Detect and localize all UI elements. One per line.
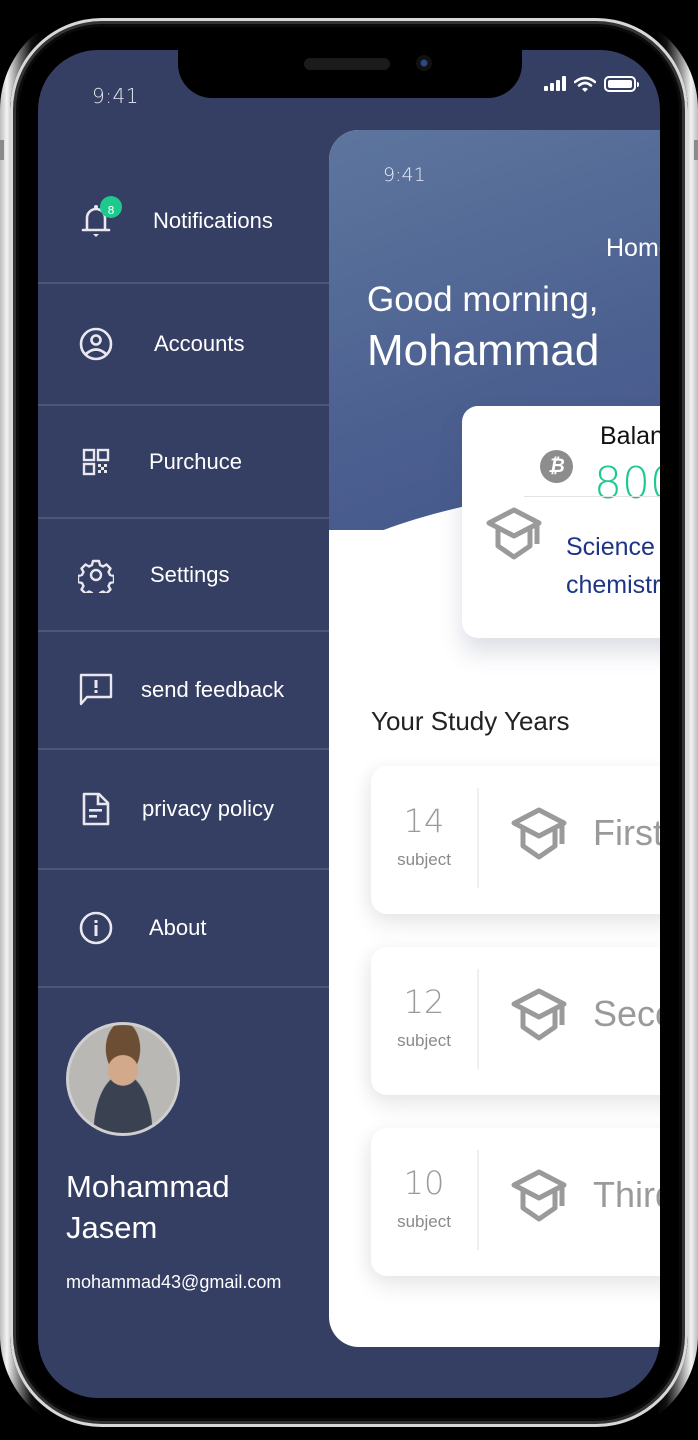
gear-icon — [78, 557, 114, 593]
graduation-cap-icon — [486, 506, 542, 566]
year-name: Second year — [593, 993, 660, 1034]
subject-label: subject — [397, 1031, 451, 1050]
bitcoin-icon: ₿ — [540, 450, 573, 483]
cellular-signal-icon — [544, 76, 566, 91]
divider — [477, 788, 479, 888]
menu-item-label: Accounts — [154, 331, 245, 356]
profile-section: Mohammad Jasem mohammad43@gmail.com — [66, 1022, 326, 1293]
section-title: Your Study Years — [371, 706, 570, 736]
notification-badge: 8 — [100, 196, 122, 218]
info-icon — [78, 910, 114, 946]
graduation-cap-icon — [511, 806, 567, 866]
year-name: First year — [593, 812, 660, 853]
menu-item-purchuce[interactable]: Purchuce — [38, 406, 329, 519]
menu-item-accounts[interactable]: Accounts — [38, 284, 329, 406]
side-button — [0, 140, 4, 160]
screen: 9:41 8 Notifications Accounts Purchuce S… — [38, 50, 660, 1398]
menu-item-label: Settings — [150, 561, 230, 587]
balance-card[interactable]: Balance ₿ 800 Science chemistry — [462, 406, 660, 638]
greeting-name: Mohammad — [367, 326, 600, 375]
year-name: Third year — [593, 1174, 660, 1215]
year-card[interactable]: 14 subject First year — [371, 766, 660, 914]
subject-count: 10 — [403, 1164, 445, 1202]
divider — [477, 969, 479, 1069]
battery-icon — [604, 76, 639, 92]
menu-item-settings[interactable]: Settings — [38, 519, 329, 632]
greeting-text: Good morning, — [367, 280, 599, 319]
side-button — [694, 140, 698, 160]
subject-label: subject — [397, 1212, 451, 1231]
year-card[interactable]: 10 subject Third year — [371, 1128, 660, 1276]
home-status-time: 9:41 — [383, 164, 426, 186]
menu-item-about[interactable]: About — [38, 870, 329, 988]
subject-count: 12 — [403, 983, 445, 1021]
course-line-1: Science — [566, 533, 655, 561]
subject-count: 14 — [403, 802, 445, 840]
menu-item-label: send feedback — [141, 677, 285, 702]
menu-item-label: Purchuce — [149, 448, 242, 474]
menu-item-label: Notifications — [153, 208, 273, 233]
drawer-menu: 8 Notifications Accounts Purchuce Settin… — [38, 160, 329, 988]
feedback-icon — [78, 672, 114, 708]
balance-value: 800 — [594, 458, 660, 509]
bell-icon: 8 — [78, 196, 122, 238]
menu-item-send-feedback[interactable]: send feedback — [38, 632, 329, 750]
home-title: Home — [606, 234, 660, 262]
menu-item-label: privacy policy — [142, 796, 275, 821]
subject-label: subject — [397, 850, 451, 869]
status-time: 9:41 — [92, 84, 139, 108]
avatar[interactable] — [66, 1022, 180, 1136]
wifi-icon — [574, 76, 596, 92]
profile-email: mohammad43@gmail.com — [66, 1272, 282, 1292]
document-icon — [78, 791, 114, 827]
qr-code-icon — [78, 444, 114, 480]
home-panel[interactable]: 9:41 Home Good morning, Mohammad Balance… — [329, 130, 660, 1347]
graduation-cap-icon — [511, 987, 567, 1047]
menu-item-label: About — [149, 915, 207, 940]
menu-item-notifications[interactable]: 8 Notifications — [38, 160, 329, 284]
course-name: Science chemistry — [566, 528, 660, 604]
notch — [178, 50, 522, 98]
profile-name: Mohammad Jasem — [66, 1169, 230, 1245]
graduation-cap-icon — [511, 1168, 567, 1228]
speaker — [304, 58, 390, 70]
divider — [524, 496, 660, 497]
menu-item-privacy-policy[interactable]: privacy policy — [38, 750, 329, 870]
course-line-2: chemistry — [566, 571, 660, 599]
user-circle-icon — [78, 326, 114, 362]
balance-label: Balance — [600, 422, 660, 450]
status-icons — [544, 76, 639, 92]
year-card[interactable]: 12 subject Second year — [371, 947, 660, 1095]
divider — [477, 1150, 479, 1250]
front-camera — [416, 55, 432, 71]
